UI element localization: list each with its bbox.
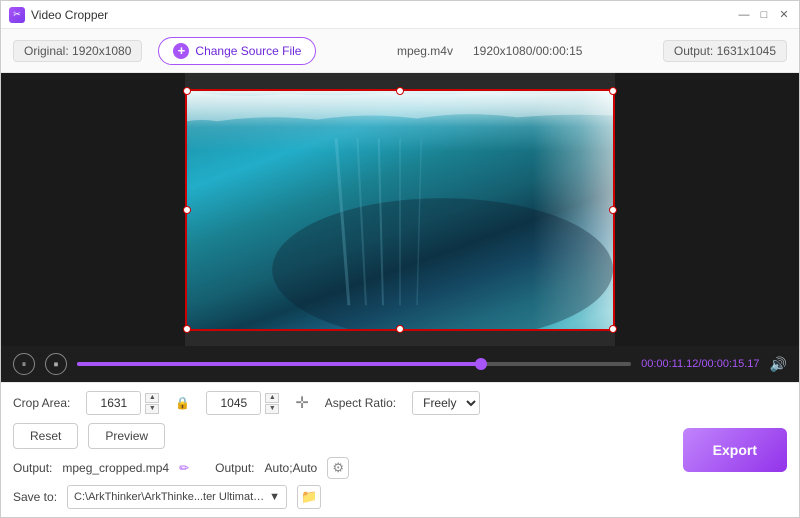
output-file-label: Output: bbox=[13, 461, 52, 475]
reset-button[interactable]: Reset bbox=[13, 423, 78, 449]
save-to-row: Save to: C:\ArkThinker\ArkThinke...ter U… bbox=[13, 485, 667, 509]
change-source-button[interactable]: + Change Source File bbox=[158, 37, 316, 65]
aspect-ratio-select[interactable]: Freely 1:1 4:3 16:9 9:16 bbox=[412, 391, 480, 415]
crop-area-label: Crop Area: bbox=[13, 396, 70, 410]
height-input-group: ▲ ▼ bbox=[206, 391, 279, 415]
app-icon: ✂ bbox=[9, 7, 25, 23]
title-bar: ✂ Video Cropper — □ ✕ bbox=[1, 1, 799, 29]
video-overlay-svg bbox=[187, 91, 613, 329]
progress-thumb[interactable] bbox=[475, 358, 487, 370]
save-to-label: Save to: bbox=[13, 490, 57, 504]
bottom-controls: Crop Area: ▲ ▼ 🔒 ▲ ▼ bbox=[1, 382, 799, 517]
crop-area-row: Crop Area: ▲ ▼ 🔒 ▲ ▼ bbox=[13, 391, 667, 415]
bottom-right-panel: Export bbox=[667, 391, 787, 509]
file-info: mpeg.m4v 1920x1080/00:00:15 bbox=[332, 44, 646, 58]
edit-filename-icon[interactable]: ✏ bbox=[179, 461, 189, 475]
path-dropdown-icon: ▼ bbox=[269, 491, 280, 503]
playback-controls: ⏸ ⏹ 00:00:11.12/00:00:15.17 🔊 bbox=[1, 346, 799, 382]
crop-handle-bottom-left[interactable] bbox=[183, 325, 191, 333]
change-source-label: Change Source File bbox=[195, 44, 301, 58]
width-spinner: ▲ ▼ bbox=[145, 393, 159, 414]
app-window: ✂ Video Cropper — □ ✕ Original: 1920x108… bbox=[0, 0, 800, 518]
app-title: Video Cropper bbox=[31, 8, 737, 22]
crop-width-input[interactable] bbox=[86, 391, 141, 415]
play-pause-icon: ⏸ bbox=[22, 359, 27, 370]
progress-fill bbox=[77, 362, 481, 366]
volume-icon[interactable]: 🔊 bbox=[770, 356, 787, 373]
crop-handle-bottom-right[interactable] bbox=[609, 325, 617, 333]
output-settings-value: Auto;Auto bbox=[265, 461, 318, 475]
crop-handle-top-right[interactable] bbox=[609, 87, 617, 95]
time-display: 00:00:11.12/00:00:15.17 bbox=[641, 358, 759, 370]
action-buttons-row: Reset Preview bbox=[13, 423, 667, 449]
toolbar: Original: 1920x1080 + Change Source File… bbox=[1, 29, 799, 73]
play-pause-button[interactable]: ⏸ bbox=[13, 353, 35, 375]
preview-button[interactable]: Preview bbox=[88, 423, 165, 449]
output-settings-label: Output: bbox=[215, 461, 254, 475]
crop-handle-bottom-mid[interactable] bbox=[396, 325, 404, 333]
width-down-button[interactable]: ▼ bbox=[145, 404, 159, 414]
side-panel-right bbox=[615, 73, 799, 346]
side-panel-left bbox=[1, 73, 185, 346]
crop-handle-top-left[interactable] bbox=[183, 87, 191, 95]
crop-handle-mid-left[interactable] bbox=[183, 206, 191, 214]
maximize-button[interactable]: □ bbox=[757, 8, 771, 22]
current-time: 00:00:11.12 bbox=[641, 358, 698, 370]
output-row: Output: mpeg_cropped.mp4 ✏ Output: Auto;… bbox=[13, 457, 667, 479]
bottom-left-panel: Crop Area: ▲ ▼ 🔒 ▲ ▼ bbox=[13, 391, 667, 509]
file-format: mpeg.m4v bbox=[397, 44, 453, 58]
plus-icon: + bbox=[173, 43, 189, 59]
video-frame[interactable] bbox=[185, 89, 615, 331]
video-content bbox=[187, 91, 613, 329]
minimize-button[interactable]: — bbox=[737, 8, 751, 22]
crop-height-input[interactable] bbox=[206, 391, 261, 415]
close-button[interactable]: ✕ bbox=[777, 8, 791, 22]
save-path-text: C:\ArkThinker\ArkThinke...ter Ultimate\V… bbox=[74, 491, 265, 503]
original-resolution-label: Original: 1920x1080 bbox=[13, 40, 142, 62]
height-down-button[interactable]: ▼ bbox=[265, 404, 279, 414]
width-up-button[interactable]: ▲ bbox=[145, 393, 159, 403]
settings-gear-button[interactable]: ⚙ bbox=[327, 457, 349, 479]
video-area bbox=[1, 73, 799, 346]
stop-icon: ⏹ bbox=[54, 359, 59, 370]
crop-handle-top-mid[interactable] bbox=[396, 87, 404, 95]
total-time: 00:00:15.17 bbox=[701, 358, 759, 370]
move-icon[interactable]: ✛ bbox=[295, 393, 308, 413]
aspect-ratio-label: Aspect Ratio: bbox=[325, 396, 396, 410]
width-input-group: ▲ ▼ bbox=[86, 391, 159, 415]
progress-bar[interactable] bbox=[77, 362, 631, 366]
crop-handle-mid-right[interactable] bbox=[609, 206, 617, 214]
output-resolution-label: Output: 1631x1045 bbox=[663, 40, 787, 62]
open-folder-button[interactable]: 📁 bbox=[297, 485, 321, 509]
export-button[interactable]: Export bbox=[683, 428, 787, 472]
window-controls: — □ ✕ bbox=[737, 8, 791, 22]
bottom-wrapper: Crop Area: ▲ ▼ 🔒 ▲ ▼ bbox=[13, 391, 787, 509]
height-spinner: ▲ ▼ bbox=[265, 393, 279, 414]
save-path-selector[interactable]: C:\ArkThinker\ArkThinke...ter Ultimate\V… bbox=[67, 485, 287, 509]
height-up-button[interactable]: ▲ bbox=[265, 393, 279, 403]
stop-button[interactable]: ⏹ bbox=[45, 353, 67, 375]
file-resolution-time: 1920x1080/00:00:15 bbox=[473, 44, 582, 58]
output-filename: mpeg_cropped.mp4 bbox=[62, 461, 169, 475]
lock-icon[interactable]: 🔒 bbox=[175, 396, 190, 410]
